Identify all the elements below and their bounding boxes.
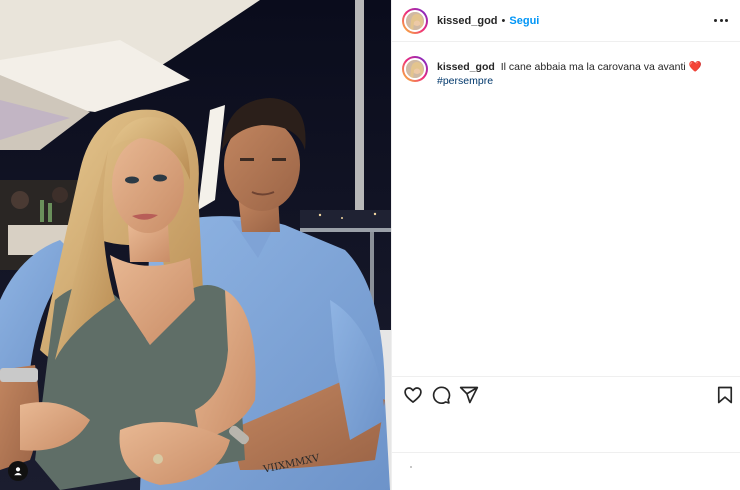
heart-icon [404, 387, 422, 403]
user-tag-button[interactable] [8, 461, 28, 481]
photo-illustration: VIIXMMXV [0, 0, 391, 490]
hashtag-link[interactable]: #persempre [437, 75, 493, 87]
comment-button[interactable] [431, 385, 451, 405]
post-photo[interactable]: VIIXMMXV [0, 0, 391, 490]
post-header: kissed_god • Segui [392, 0, 740, 42]
separator-dot: • [501, 14, 506, 27]
divider-dot [410, 466, 412, 468]
comment-icon [432, 386, 451, 404]
share-button[interactable] [459, 385, 479, 405]
user-tag-icon [14, 467, 22, 476]
caption-username[interactable]: kissed_god [437, 61, 495, 73]
post-username[interactable]: kissed_god [437, 15, 498, 27]
avatar-image [404, 9, 426, 32]
like-button[interactable] [403, 385, 423, 405]
caption-avatar[interactable] [402, 56, 428, 82]
share-icon [459, 386, 479, 404]
caption-avatar-image [404, 58, 426, 80]
caption-body: Il cane abbaia ma la carovana va avanti [500, 61, 686, 73]
divider [392, 452, 740, 453]
follow-button[interactable]: Segui [509, 15, 539, 27]
post-side-panel: kissed_god • Segui kissed_god Il cane ab… [391, 0, 740, 490]
caption: kissed_god Il cane abbaia ma la carovana… [402, 56, 732, 88]
action-bar [392, 376, 740, 414]
more-options-button[interactable] [714, 13, 728, 27]
avatar[interactable] [402, 7, 428, 34]
save-button[interactable] [715, 385, 735, 405]
more-options-icon [714, 18, 717, 22]
caption-text: kissed_god Il cane abbaia ma la carovana… [437, 60, 732, 88]
bookmark-icon [717, 386, 733, 404]
heart-emoji: ❤️ [688, 61, 702, 73]
